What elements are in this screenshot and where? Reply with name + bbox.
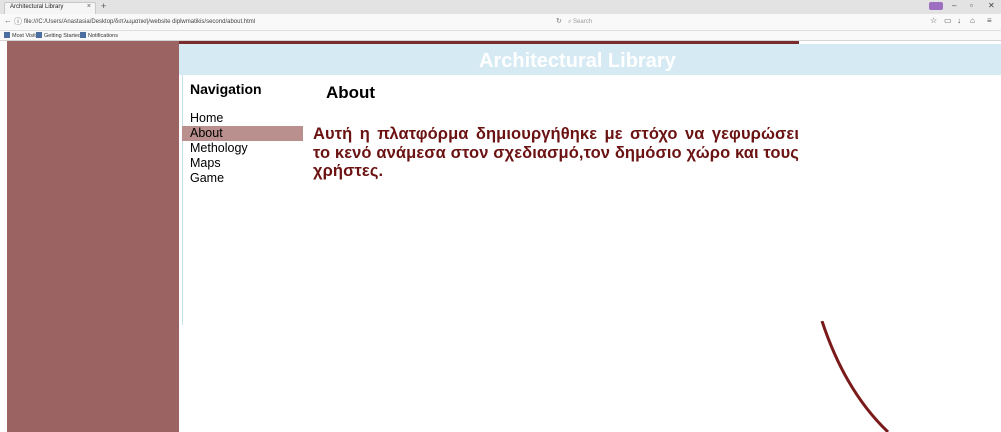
- bookmark-getting-started[interactable]: Getting Started: [36, 32, 81, 39]
- maximize-icon[interactable]: ▫: [970, 1, 973, 10]
- folder-icon: [4, 32, 10, 38]
- arc-stroke: [820, 321, 890, 432]
- web-page: Architectural Library Navigation Home Ab…: [0, 41, 1001, 432]
- menu-icon[interactable]: [929, 2, 943, 10]
- site-header: Architectural Library: [179, 44, 1001, 75]
- nav-menu: Home About Methology Maps Game: [182, 111, 303, 186]
- decorative-arc: [820, 321, 890, 432]
- browser-nav-bar: ← ⓘ file:///C:/Users/Anastasia/Desktop/δ…: [0, 14, 1001, 31]
- left-color-panel: [7, 41, 179, 432]
- bookmarks-bar: Most Visited Getting Started Notificatio…: [0, 31, 1001, 41]
- tab-title: Architectural Library: [10, 4, 64, 10]
- star-icon[interactable]: ☆: [930, 16, 937, 25]
- new-tab-button[interactable]: +: [101, 1, 106, 11]
- about-paragraph: Αυτή η πλατφόρμα δημιουργήθηκε με στόχο …: [313, 125, 799, 180]
- nav-item-home[interactable]: Home: [182, 111, 303, 126]
- nav-heading: Navigation: [190, 81, 262, 97]
- search-placeholder: Search: [573, 19, 593, 25]
- nav-item-about[interactable]: About: [182, 126, 303, 141]
- bookmark-label: Notifications: [88, 33, 118, 39]
- bookmark-label: Getting Started: [44, 33, 81, 39]
- firefox-icon: [36, 32, 42, 38]
- hamburger-menu-icon[interactable]: ≡: [987, 16, 992, 25]
- nav-item-maps[interactable]: Maps: [182, 156, 303, 171]
- home-icon[interactable]: ⌂: [970, 16, 975, 25]
- download-icon[interactable]: ↓: [957, 16, 961, 25]
- back-arrow-icon[interactable]: ←: [4, 16, 12, 25]
- clipboard-icon[interactable]: ▭: [944, 16, 952, 25]
- bookmark-notifications[interactable]: Notifications: [80, 32, 118, 39]
- url-bar[interactable]: file:///C:/Users/Anastasia/Desktop/διπλω…: [24, 17, 552, 28]
- reload-icon[interactable]: ↻: [556, 17, 562, 25]
- close-window-icon[interactable]: ✕: [988, 1, 995, 10]
- info-icon[interactable]: ⓘ: [14, 16, 22, 27]
- bell-icon: [80, 32, 86, 38]
- close-tab-icon[interactable]: ×: [87, 3, 91, 10]
- nav-item-game[interactable]: Game: [182, 171, 303, 186]
- page-title: About: [326, 83, 376, 102]
- browser-tab[interactable]: Architectural Library ×: [4, 2, 96, 14]
- search-input[interactable]: ⌕ Search: [566, 17, 716, 28]
- browser-tab-bar: Architectural Library × + – ▫ ✕: [0, 0, 1001, 14]
- nav-item-methology[interactable]: Methology: [182, 141, 303, 156]
- minimize-icon[interactable]: –: [952, 1, 956, 10]
- site-title: Architectural Library: [479, 50, 676, 72]
